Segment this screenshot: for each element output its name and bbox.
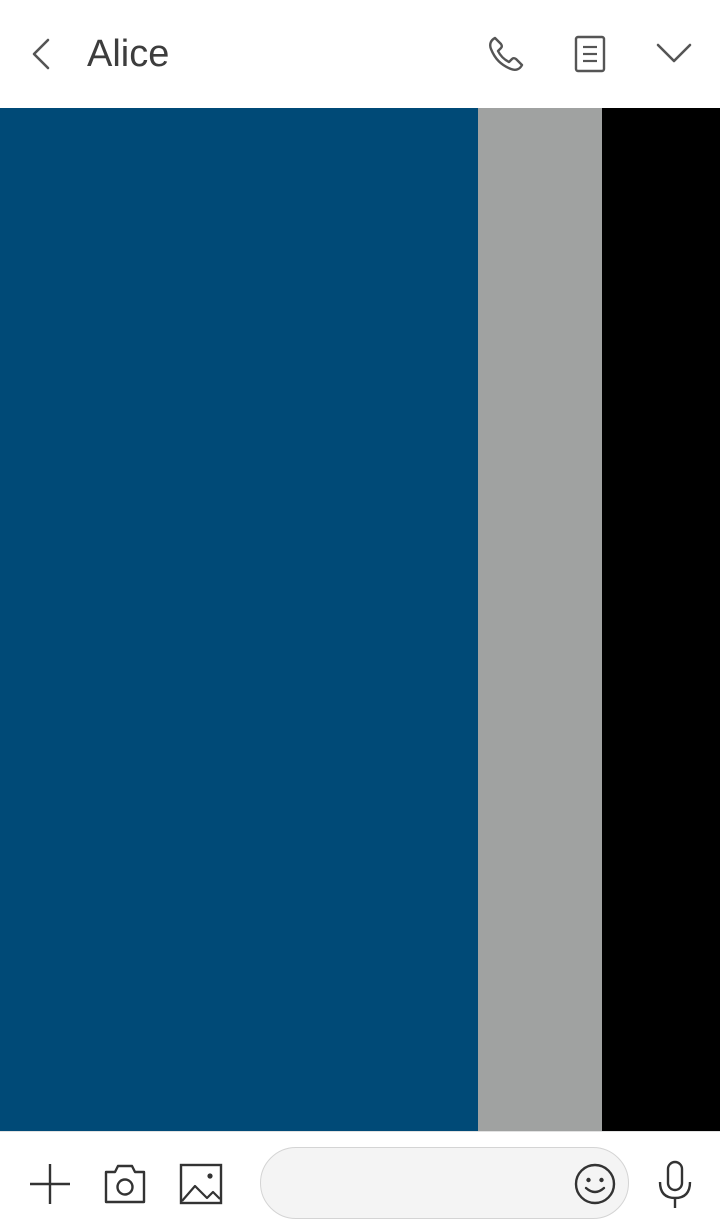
message-input-bar	[0, 1131, 720, 1232]
voice-button[interactable]	[652, 1158, 698, 1210]
chat-header: Alice	[0, 0, 720, 108]
chevron-left-icon	[32, 38, 50, 70]
camera-button[interactable]	[100, 1160, 150, 1208]
phone-icon	[489, 36, 524, 71]
plus-icon	[30, 1164, 70, 1204]
chat-title: Alice	[87, 33, 170, 75]
wallpaper-stripe-black	[602, 108, 720, 1131]
plus-button[interactable]	[26, 1160, 74, 1208]
microphone-icon	[658, 1160, 692, 1208]
smiley-icon	[574, 1163, 616, 1205]
document-icon	[574, 35, 606, 73]
chat-wallpaper[interactable]	[0, 108, 720, 1131]
chat-screen: Alice	[0, 0, 720, 1232]
wallpaper-stripe-gray	[478, 108, 602, 1131]
emoji-button[interactable]	[571, 1160, 619, 1208]
chevron-down-icon	[656, 43, 692, 63]
wallpaper-stripe-blue	[0, 108, 478, 1131]
notes-button[interactable]	[564, 28, 616, 80]
camera-icon	[104, 1164, 146, 1204]
expand-button[interactable]	[648, 28, 700, 80]
image-icon	[179, 1163, 223, 1205]
message-field	[260, 1147, 629, 1219]
message-input[interactable]	[283, 1162, 563, 1206]
back-button[interactable]	[18, 30, 66, 78]
gallery-button[interactable]	[176, 1160, 226, 1208]
call-button[interactable]	[480, 28, 532, 80]
